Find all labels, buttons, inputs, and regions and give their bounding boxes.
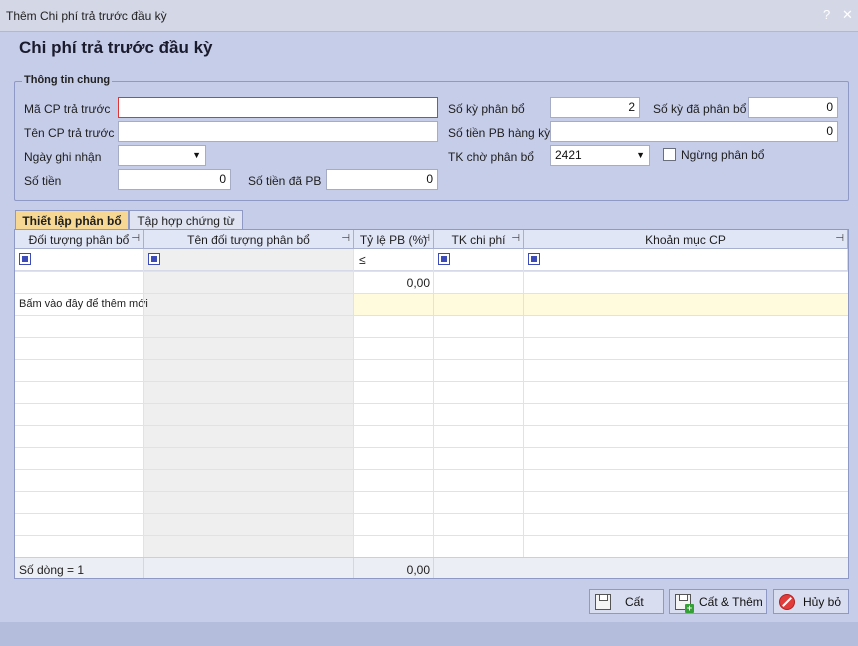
grid-line <box>143 558 144 578</box>
filter-cell-doi-tuong[interactable] <box>15 249 144 271</box>
dropdown-arrow-icon[interactable]: ▼ <box>192 149 201 162</box>
save-add-button-label: Cất & Thêm <box>699 594 763 609</box>
ngung-pb-checkbox[interactable] <box>663 148 676 161</box>
filter-checkbox-icon[interactable] <box>148 253 160 265</box>
so-ky-da-pb-label: Số kỳ đã phân bổ <box>653 102 747 116</box>
filter-cell-khoan-muc[interactable] <box>524 249 848 271</box>
ngung-pb-label: Ngừng phân bổ <box>681 148 765 162</box>
summary-ratio-top: 0,00 <box>406 276 430 290</box>
filter-checkbox-icon[interactable] <box>438 253 450 265</box>
tab-tap-hop-chung-tu[interactable]: Tập hợp chứng từ <box>129 210 243 229</box>
general-info-title: Thông tin chung <box>22 74 113 86</box>
ngay-ghi-nhan-combo[interactable]: ▼ <box>118 145 206 166</box>
grid-line <box>15 381 848 382</box>
tk-cho-pb-combo[interactable]: 2421 ▼ <box>550 145 650 166</box>
save-add-icon: + <box>675 593 694 613</box>
ten-cp-input[interactable] <box>118 121 438 142</box>
grid-line <box>15 535 848 536</box>
cancel-button[interactable]: Hủy bỏ <box>773 589 849 614</box>
col-header-khoan-muc[interactable]: Khoản mục CP ⊣ <box>524 230 848 249</box>
col-header-label: Tỷ lệ PB (%) <box>359 233 428 247</box>
so-tien-label: Số tiền <box>24 174 62 188</box>
grid-line <box>15 271 848 272</box>
grid-line <box>15 293 848 294</box>
grid-line <box>15 337 848 338</box>
window-titlebar: Thêm Chi phí trả trước đầu kỳ ? ✕ <box>0 0 858 32</box>
filter-checkbox-icon[interactable] <box>19 253 31 265</box>
pin-icon[interactable]: ⊣ <box>835 233 844 244</box>
grid-line <box>15 491 848 492</box>
ngay-ghi-nhan-label: Ngày ghi nhận <box>24 150 102 164</box>
filter-checkbox-icon[interactable] <box>528 253 540 265</box>
so-ky-pb-input[interactable]: 2 <box>550 97 640 118</box>
new-row-highlight <box>354 293 848 315</box>
ten-cp-label: Tên CP trả trước <box>24 126 115 140</box>
filter-cell-tk-chi-phi[interactable] <box>434 249 524 271</box>
filter-operator[interactable]: ≤ <box>359 253 366 267</box>
page-title: Chi phí trả trước đầu kỳ <box>19 38 213 57</box>
tk-cho-pb-value: 2421 <box>555 148 582 162</box>
col-header-ten-doi-tuong[interactable]: Tên đối tượng phân bổ ⊣ <box>144 230 354 249</box>
save-add-button[interactable]: + Cất & Thêm <box>669 589 767 614</box>
col-header-label: Đối tượng phân bổ <box>28 233 130 247</box>
so-ky-da-pb-input[interactable]: 0 <box>748 97 838 118</box>
grid-line <box>15 425 848 426</box>
ma-cp-label: Mã CP trả trước <box>24 102 111 116</box>
grid-footer: Số dòng = 1 0,00 <box>15 557 848 578</box>
grid-line <box>15 447 848 448</box>
grid-line <box>433 558 434 578</box>
grid-line <box>15 359 848 360</box>
new-row-prompt[interactable]: Bấm vào đây để thêm mới <box>19 298 148 310</box>
grid-line <box>353 249 354 559</box>
grid-line <box>143 249 144 559</box>
row-count: Số dòng = 1 <box>19 563 85 577</box>
save-button-label: Cất <box>625 594 644 609</box>
grid-line <box>523 249 524 559</box>
pin-icon[interactable]: ⊣ <box>421 233 430 244</box>
save-button[interactable]: Cất <box>589 589 664 614</box>
col-header-ty-le[interactable]: Tỷ lệ PB (%) ⊣ <box>354 230 434 249</box>
tab-thiet-lap-phan-bo[interactable]: Thiết lập phân bổ <box>15 210 129 229</box>
tk-cho-pb-label: TK chờ phân bổ <box>448 150 534 164</box>
ma-cp-input[interactable] <box>118 97 438 118</box>
help-icon[interactable]: ? <box>823 7 830 22</box>
so-tien-pb-hang-ky-label: Số tiền PB hàng kỳ <box>448 126 551 140</box>
cancel-icon <box>779 593 795 610</box>
grid-line <box>15 403 848 404</box>
close-icon[interactable]: ✕ <box>842 7 853 23</box>
allocation-grid: Đối tượng phân bổ ⊣ Tên đối tượng phân b… <box>14 229 849 579</box>
so-tien-da-pb-label: Số tiền đã PB <box>248 174 322 188</box>
grid-line <box>15 315 848 316</box>
so-tien-input[interactable]: 0 <box>118 169 231 190</box>
window-title: Thêm Chi phí trả trước đầu kỳ <box>6 9 167 23</box>
status-strip <box>0 622 858 646</box>
so-tien-da-pb-input[interactable]: 0 <box>326 169 438 190</box>
pin-icon[interactable]: ⊣ <box>131 233 140 244</box>
grid-line <box>15 513 848 514</box>
save-icon <box>595 593 611 610</box>
footer-ratio-total: 0,00 <box>406 563 430 577</box>
filter-cell-ty-le[interactable]: ≤ <box>354 249 434 271</box>
so-ky-pb-label: Số kỳ phân bổ <box>448 102 525 116</box>
cancel-button-label: Hủy bỏ <box>803 594 842 609</box>
grid-line <box>433 249 434 559</box>
pin-icon[interactable]: ⊣ <box>511 233 520 244</box>
dropdown-arrow-icon[interactable]: ▼ <box>636 149 645 162</box>
col-header-label: Tên đối tượng phân bổ <box>187 233 310 247</box>
col-header-doi-tuong[interactable]: Đối tượng phân bổ ⊣ <box>15 230 144 249</box>
pin-icon[interactable]: ⊣ <box>341 233 350 244</box>
so-tien-pb-hang-ky-input[interactable]: 0 <box>550 121 838 142</box>
filter-cell-ten-doi-tuong[interactable] <box>144 249 354 271</box>
col-header-label: Khoản mục CP <box>645 233 726 247</box>
col-header-label: TK chi phí <box>451 233 506 247</box>
grid-line <box>15 469 848 470</box>
col-header-tk-chi-phi[interactable]: TK chi phí ⊣ <box>434 230 524 249</box>
